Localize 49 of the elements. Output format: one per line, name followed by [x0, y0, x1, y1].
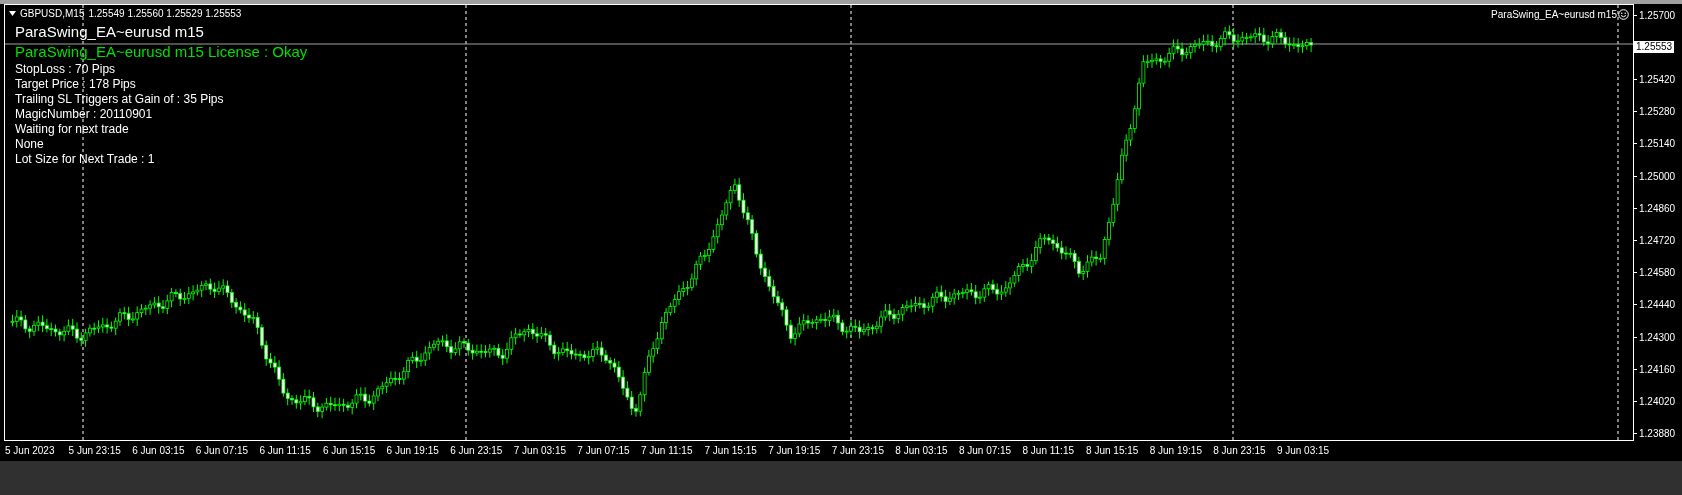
info-line: Trailing SL Triggers at Gain of : 35 Pips — [15, 92, 224, 107]
time-tick-label: 8 Jun 19:15 — [1149, 444, 1202, 458]
price-tick-label: 1.24300 — [1639, 330, 1676, 345]
time-tick-label: 5 Jun 2023 — [5, 444, 55, 458]
time-tick-label: 7 Jun 07:15 — [577, 444, 630, 458]
price-tick-label: 1.25700 — [1639, 8, 1676, 23]
info-line: StopLoss : 70 Pips — [15, 62, 116, 77]
time-tick-label: 8 Jun 07:15 — [958, 444, 1012, 458]
time-tick-label: 7 Jun 11:15 — [640, 444, 693, 458]
dropdown-triangle-icon[interactable] — [9, 11, 16, 16]
time-tick-label: 7 Jun 15:15 — [704, 444, 757, 458]
time-tick-label: 7 Jun 23:15 — [831, 444, 884, 458]
license-status: ParaSwing_EA~eurusd m15 License : Okay — [15, 42, 308, 62]
time-tick-label: 6 Jun 15:15 — [322, 444, 376, 458]
time-tick-label: 8 Jun 15:15 — [1086, 444, 1139, 458]
time-tick-label: 7 Jun 19:15 — [768, 444, 821, 458]
time-tick-label: 8 Jun 03:15 — [895, 444, 948, 458]
price-tick-label: 1.24020 — [1639, 395, 1676, 410]
current-price-label: 1.25553 — [1634, 41, 1675, 54]
symbol-label: GBPUSD,M15 — [20, 7, 85, 21]
price-tick-label: 1.24440 — [1639, 298, 1676, 313]
info-line: Target Price : 178 Pips — [15, 77, 136, 92]
time-tick-label: 7 Jun 03:15 — [513, 444, 566, 458]
price-tick-label: 1.23880 — [1639, 427, 1676, 442]
price-tick-label: 1.25140 — [1639, 137, 1676, 152]
quote-text: 1.25549 1.25560 1.25529 1.25553 — [88, 7, 242, 21]
time-tick-label: 6 Jun 11:15 — [259, 444, 311, 458]
time-tick-label: 6 Jun 03:15 — [132, 444, 185, 458]
ea-corner-label: ParaSwing_EA~eurusd m15 — [1491, 8, 1617, 22]
price-tick-label: 1.25000 — [1639, 169, 1676, 184]
info-line: Lot Size for Next Trade : 1 — [15, 152, 155, 167]
price-tick-label: 1.24860 — [1639, 201, 1676, 216]
info-line: None — [15, 137, 44, 152]
price-tick-label: 1.25280 — [1639, 105, 1676, 120]
price-tick-label: 1.24580 — [1639, 266, 1676, 281]
time-tick-label: 5 Jun 23:15 — [68, 444, 121, 458]
ea-title: ParaSwing_EA~eurusd m15 — [15, 22, 204, 42]
time-tick-label: 9 Jun 03:15 — [1276, 444, 1330, 458]
price-tick-label: 1.24720 — [1639, 234, 1676, 249]
time-tick-label: 8 Jun 23:15 — [1213, 444, 1266, 458]
time-tick-label: 6 Jun 19:15 — [386, 444, 439, 458]
time-tick-label: 6 Jun 07:15 — [195, 444, 249, 458]
price-tick-label: 1.25420 — [1639, 72, 1676, 87]
time-tick-label: 8 Jun 11:15 — [1022, 444, 1075, 458]
smiley-icon — [1618, 9, 1629, 20]
time-tick-label: 6 Jun 23:15 — [450, 444, 503, 458]
info-line: Waiting for next trade — [15, 122, 129, 137]
info-line: MagicNumber : 20110901 — [15, 107, 153, 122]
price-tick-label: 1.24160 — [1639, 362, 1676, 377]
